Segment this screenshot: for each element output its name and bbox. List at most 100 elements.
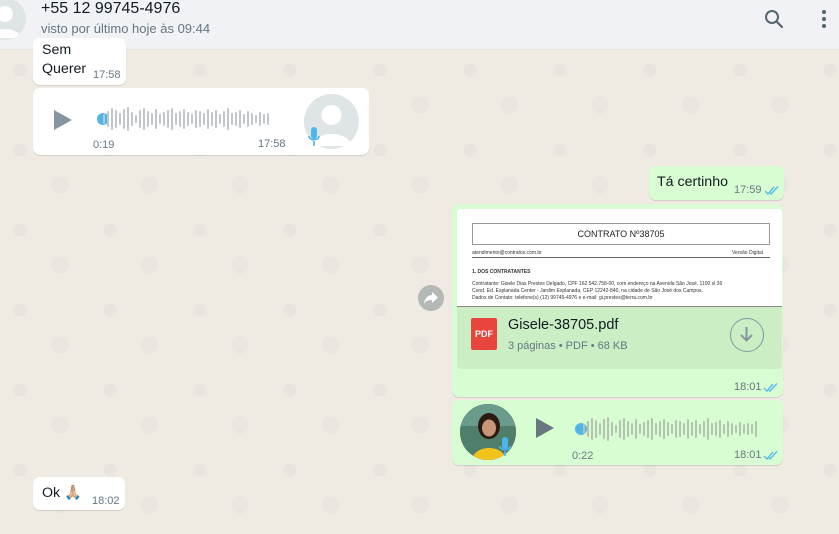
waveform-bar [127,107,129,131]
waveform-bar [123,109,125,129]
waveform-bar [259,112,261,126]
waveform-bar [619,420,621,438]
waveform-bar [631,423,633,435]
message-time: 17:58 [93,69,121,81]
message-outgoing-document[interactable]: CONTRATO Nº38705 atendimento@contratos.c… [452,204,783,397]
document-preview-line: Dados de Contato: telefone(s) (12) 99745… [472,295,653,301]
message-time: 17:58 [258,138,286,150]
document-preview-line: Versão Digital [732,250,763,256]
message-outgoing-voice[interactable]: 0:22 18:01 [452,400,783,465]
read-receipt-icon [763,383,778,393]
waveform-bar [111,108,113,130]
forward-button[interactable] [418,285,444,311]
waveform-bar [643,422,645,436]
waveform-bar [587,421,589,437]
voice-waveform[interactable] [103,106,271,132]
play-icon[interactable] [534,416,556,440]
message-text: Tá certinho [657,174,728,190]
waveform-bar [219,114,221,124]
waveform-bar [243,114,245,124]
document-info[interactable]: PDF Gisele-38705.pdf 3 páginas • PDF • 6… [457,307,782,369]
download-button[interactable] [730,318,764,352]
play-icon[interactable] [52,108,74,132]
waveform-bar [159,114,161,124]
document-preview-line: atendimento@contratos.com.br [472,250,542,256]
waveform-bar [707,418,709,440]
waveform-bar [731,423,733,435]
search-icon[interactable] [763,8,785,30]
message-text-line: Sem [42,42,72,58]
waveform-bar [667,422,669,436]
message-incoming-voice[interactable]: 0:19 17:58 [33,88,369,155]
message-time: 18:01 [734,381,762,393]
waveform-bar [623,418,625,440]
pdf-file-icon: PDF [471,318,497,350]
waveform-bar [583,424,585,434]
document-preview-line: Cond. Ed. Esplanada Center - Jardim Espl… [472,288,703,294]
user-avatar-icon [0,6,21,38]
waveform-bar [199,111,201,127]
waveform-bar [651,418,653,440]
waveform-bar [235,112,237,126]
waveform-bar [647,420,649,438]
waveform-bar [171,108,173,130]
waveform-bar [695,420,697,438]
waveform-bar [627,421,629,437]
waveform-bar [139,110,141,128]
microphone-icon [499,437,511,456]
read-receipt-icon [764,186,779,196]
waveform-bar [179,111,181,127]
waveform-bar [135,115,137,123]
waveform-bar [591,418,593,440]
waveform-bar [195,110,197,128]
waveform-bar [147,111,149,127]
message-incoming-text[interactable]: Sem Querer 17:58 [33,38,126,85]
voice-waveform[interactable] [583,416,759,442]
waveform-bar [615,425,617,433]
waveform-bar [755,421,757,437]
document-file-name: Gisele-38705.pdf [508,317,619,333]
waveform-bar [231,113,233,125]
waveform-bar [183,109,185,129]
waveform-bar [723,424,725,434]
waveform-bar [655,423,657,435]
read-receipt-icon [763,451,778,461]
waveform-bar [671,424,673,434]
waveform-bar [743,424,745,434]
voice-duration: 0:22 [572,450,594,462]
chat-header: +55 12 99745-4976 visto por último hoje … [0,0,839,50]
waveform-bar [263,114,265,124]
download-icon [740,327,753,342]
forward-icon [424,292,438,304]
waveform-bar [143,108,145,130]
waveform-bar [727,421,729,437]
waveform-bar [663,419,665,439]
contact-name[interactable]: +55 12 99745-4976 [41,0,180,18]
waveform-bar [595,420,597,438]
waveform-bar [751,424,753,434]
waveform-bar [687,419,689,439]
menu-icon[interactable] [813,8,835,30]
waveform-bar [223,111,225,127]
waveform-bar [679,421,681,437]
document-preview-divider [472,257,770,258]
contact-avatar[interactable] [0,0,26,40]
waveform-bar [703,421,705,437]
document-preview-line: 1. DOS CONTRATANTES [472,269,531,275]
document-preview-title: CONTRATO Nº38705 [472,223,770,245]
waveform-bar [239,110,241,128]
waveform-bar [175,113,177,125]
waveform-bar [215,110,217,128]
message-text: Ok 🙏🏼 [42,485,82,501]
waveform-bar [267,113,269,125]
waveform-bar [603,419,605,439]
waveform-bar [715,422,717,436]
chat-area[interactable]: Sem Querer 17:58 0:19 17:58 Tá certinho … [0,38,839,534]
document-preview[interactable]: CONTRATO Nº38705 atendimento@contratos.c… [457,209,782,307]
waveform-bar [207,109,209,129]
message-incoming-text[interactable]: Ok 🙏🏼 18:02 [33,477,125,510]
waveform-bar [151,113,153,125]
waveform-bar [247,111,249,127]
waveform-bar [211,112,213,126]
message-outgoing-text[interactable]: Tá certinho 17:59 [649,166,784,200]
